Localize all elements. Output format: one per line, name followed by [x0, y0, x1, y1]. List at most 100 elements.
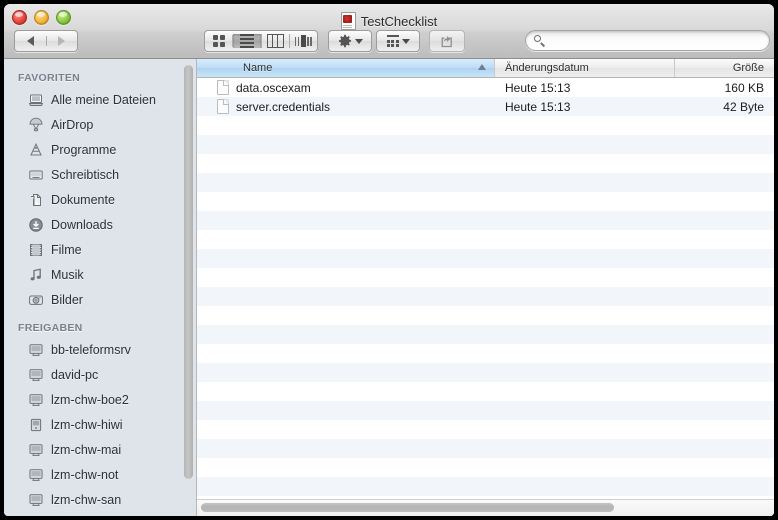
shared-computer-icon [28, 392, 44, 408]
shared-mac-icon [28, 417, 44, 433]
empty-row [197, 363, 774, 382]
list-view-button[interactable] [233, 34, 262, 48]
column-header-size[interactable]: Größe [675, 59, 774, 77]
applications-icon [28, 142, 44, 158]
sidebar-item-applications[interactable]: Programme [4, 137, 196, 162]
empty-row [197, 135, 774, 154]
file-rows: data.oscexam Heute 15:13 160 KB server.c… [197, 78, 774, 499]
horizontal-scrollbar[interactable] [197, 499, 774, 516]
empty-row [197, 458, 774, 477]
empty-row [197, 116, 774, 135]
window-body: FAVORITEN Alle meine Dateien AirDrop Pro… [4, 59, 774, 516]
horizontal-scrollbar-thumb[interactable] [201, 503, 614, 512]
sidebar-item-label: Schreibtisch [51, 167, 120, 182]
empty-row [197, 268, 774, 287]
sidebar-item-downloads[interactable]: Downloads [4, 212, 196, 237]
file-size-cell: 42 Byte [723, 99, 764, 114]
search-input[interactable] [550, 33, 759, 48]
file-list-pane: Name Änderungsdatum Größe data.oscexam H… [197, 59, 774, 516]
table-row[interactable]: server.credentials Heute 15:13 42 Byte [197, 97, 774, 116]
column-header-name[interactable]: Name [197, 59, 495, 77]
gear-icon [338, 34, 352, 48]
pictures-icon [28, 292, 44, 308]
grid-icon [212, 35, 225, 47]
column-header-modified[interactable]: Änderungsdatum [495, 59, 675, 77]
action-menu-button[interactable] [328, 30, 372, 52]
sidebar-item-label: Filme [51, 242, 82, 257]
sidebar-item-all-network[interactable]: Alle ... [4, 512, 196, 516]
sort-ascending-icon [478, 64, 486, 70]
sidebar-item-movies[interactable]: Filme [4, 237, 196, 262]
file-size-cell: 160 KB [724, 80, 764, 95]
music-icon [28, 267, 44, 283]
file-icon [217, 99, 229, 114]
sidebar-item-documents[interactable]: Dokumente [4, 187, 196, 212]
sidebar-item-bb-teleformsrv[interactable]: bb-teleformsrv [4, 337, 196, 362]
shared-computer-icon [28, 467, 44, 483]
airdrop-icon [28, 117, 44, 133]
column-header-modified-label: Änderungsdatum [505, 62, 589, 74]
empty-row [197, 306, 774, 325]
column-view-button[interactable] [262, 34, 290, 48]
sidebar-section-favorites-header: FAVORITEN [18, 72, 81, 84]
table-row[interactable]: data.oscexam Heute 15:13 160 KB [197, 78, 774, 97]
shared-computer-icon [28, 442, 44, 458]
sidebar-item-lzm-chw-mai[interactable]: lzm-chw-mai [4, 437, 196, 462]
sidebar-item-label: lzm-chw-mai [51, 442, 122, 457]
finder-window: TestChecklist FAVORITEN Alle meine Datei… [4, 4, 774, 516]
column-headers: Name Änderungsdatum Größe [197, 59, 774, 78]
sidebar-item-label: Programme [51, 142, 117, 157]
empty-row [197, 154, 774, 173]
arrange-grid-icon [386, 35, 399, 47]
downloads-icon [28, 217, 44, 233]
sidebar-item-airdrop[interactable]: AirDrop [4, 112, 196, 137]
coverflow-view-button[interactable] [290, 35, 317, 47]
coverflow-icon [294, 35, 312, 47]
list-icon [239, 34, 254, 48]
sidebar-item-label: lzm-chw-not [51, 467, 119, 482]
back-button[interactable] [15, 36, 47, 46]
sidebar-item-desktop[interactable]: Schreibtisch [4, 162, 196, 187]
sidebar-item-label: bb-teleformsrv [51, 342, 131, 357]
file-name-cell: server.credentials [197, 99, 495, 114]
empty-row [197, 477, 774, 496]
sidebar-item-music[interactable]: Musik [4, 262, 196, 287]
empty-row [197, 211, 774, 230]
file-name-cell: data.oscexam [197, 80, 495, 95]
sidebar-item-all-my-files[interactable]: Alle meine Dateien [4, 87, 196, 112]
sidebar-item-label: david-pc [51, 367, 99, 382]
sidebar-scrollbar-thumb[interactable] [184, 65, 193, 479]
sidebar-item-lzm-chw-san[interactable]: lzm-chw-san [4, 487, 196, 512]
sidebar-scrollbar[interactable] [184, 65, 193, 496]
empty-row [197, 230, 774, 249]
forward-button[interactable] [47, 36, 78, 46]
movies-icon [28, 242, 44, 258]
share-button[interactable] [429, 30, 465, 52]
sidebar: FAVORITEN Alle meine Dateien AirDrop Pro… [4, 59, 197, 516]
empty-row [197, 439, 774, 458]
file-name-label: data.oscexam [236, 80, 311, 95]
sidebar-item-lzm-chw-boe2[interactable]: lzm-chw-boe2 [4, 387, 196, 412]
icon-view-button[interactable] [205, 35, 234, 47]
empty-row [197, 401, 774, 420]
all-files-icon [28, 92, 44, 108]
search-icon [534, 35, 545, 46]
file-modified-cell: Heute 15:13 [505, 99, 571, 114]
sidebar-item-lzm-chw-hiwi[interactable]: lzm-chw-hiwi [4, 412, 196, 437]
shared-computer-icon [28, 367, 44, 383]
sidebar-item-pictures[interactable]: Bilder [4, 287, 196, 312]
sidebar-item-lzm-chw-not[interactable]: lzm-chw-not [4, 462, 196, 487]
file-name-label: server.credentials [236, 99, 331, 114]
sidebar-item-label: lzm-chw-boe2 [51, 392, 129, 407]
view-mode-group [204, 30, 318, 52]
sidebar-item-label: lzm-chw-san [51, 492, 122, 507]
desktop-icon [28, 167, 44, 183]
search-field[interactable] [525, 30, 770, 51]
sidebar-item-label: Bilder [51, 292, 83, 307]
title-bar[interactable]: TestChecklist [4, 4, 774, 59]
arrange-menu-button[interactable] [376, 30, 420, 52]
sidebar-content: FAVORITEN Alle meine Dateien AirDrop Pro… [4, 59, 196, 516]
sidebar-item-david-pc[interactable]: david-pc [4, 362, 196, 387]
empty-row [197, 249, 774, 268]
sidebar-item-label: lzm-chw-hiwi [51, 417, 123, 432]
